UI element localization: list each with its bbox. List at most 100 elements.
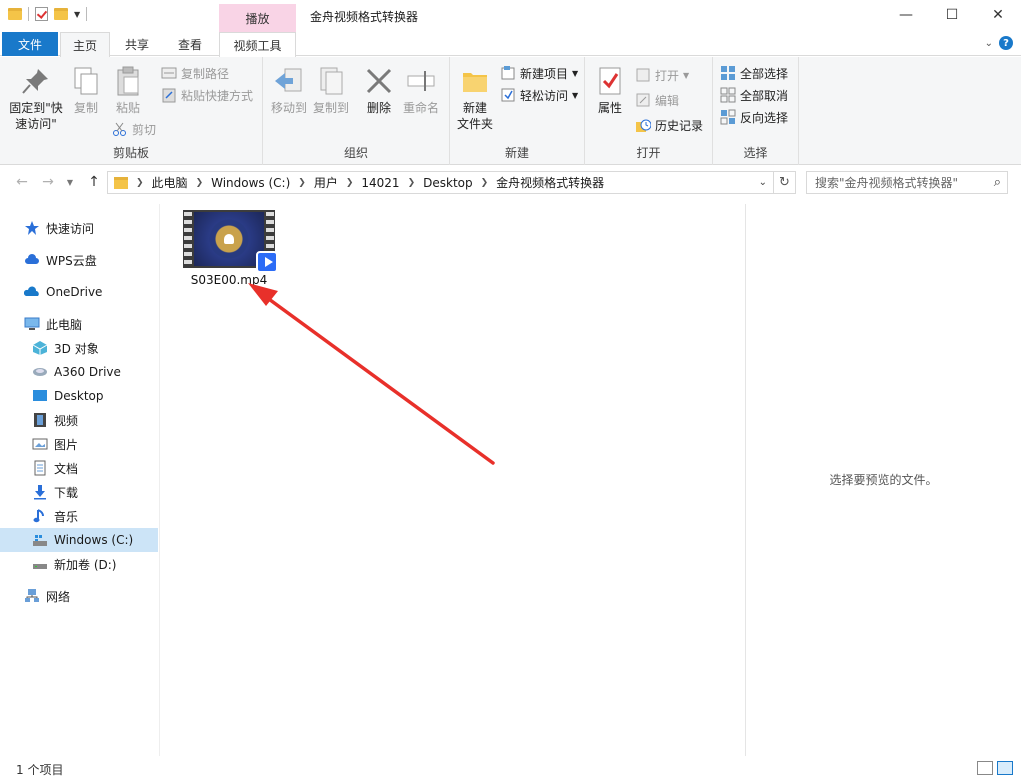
copy-label: 复制 <box>73 101 98 115</box>
nav-item-documents[interactable]: 文档 <box>0 456 158 480</box>
address-bar[interactable]: ❯ 此电脑 ❯ Windows (C:) ❯ 用户 ❯ 14021 ❯ Desk… <box>107 171 774 194</box>
search-icon[interactable]: ⌕ <box>994 175 1001 190</box>
new-folder-label: 新建 文件夹 <box>456 101 493 131</box>
play-tools-header: 播放 <box>219 4 296 32</box>
nav-item-a360[interactable]: A360 Drive <box>0 360 158 384</box>
properties-check-icon[interactable] <box>35 7 48 21</box>
folder-icon[interactable] <box>8 8 22 20</box>
nav-item-3d-objects[interactable]: 3D 对象 <box>0 336 158 360</box>
paste-button[interactable]: 粘贴 <box>112 65 144 116</box>
tab-view[interactable]: 查看 <box>165 32 215 56</box>
easy-access-icon <box>500 87 516 103</box>
help-icon[interactable]: ? <box>999 36 1013 50</box>
copy-path-button[interactable]: 复制路径 <box>161 63 229 83</box>
address-dropdown-icon[interactable]: ⌄ <box>759 177 767 188</box>
large-icons-view-icon[interactable] <box>997 761 1013 775</box>
history-label: 历史记录 <box>655 118 704 133</box>
nav-label: 此电脑 <box>46 317 83 332</box>
clipboard-group-label: 剪贴板 <box>112 146 149 160</box>
open-icon <box>635 67 651 83</box>
new-group-label: 新建 <box>504 146 529 160</box>
tab-home[interactable]: 主页 <box>60 32 110 57</box>
nav-item-this-pc[interactable]: 此电脑 <box>0 312 158 336</box>
nav-item-desktop[interactable]: Desktop <box>0 384 158 408</box>
nav-label: Windows (C:) <box>54 533 134 547</box>
breadcrumb-item[interactable]: Windows (C:) <box>211 176 290 190</box>
cut-button[interactable]: 剪切 <box>112 119 156 139</box>
breadcrumb-item[interactable]: 金舟视频格式转换器 <box>496 174 604 191</box>
easy-access-label: 轻松访问 <box>520 88 569 103</box>
search-input[interactable]: 搜索"金舟视频格式转换器" ⌕ <box>806 171 1008 194</box>
invert-selection-button[interactable]: 反向选择 <box>720 107 788 127</box>
picture-icon <box>32 436 48 452</box>
pin-label: 固定到"快 速访问" <box>9 101 63 131</box>
new-item-button[interactable]: 新建项目 ▼ <box>500 63 578 83</box>
new-item-label: 新建项目 <box>520 66 569 81</box>
music-note-icon <box>32 508 48 524</box>
tab-file[interactable]: 文件 <box>2 32 58 56</box>
nav-item-onedrive[interactable]: OneDrive <box>0 280 158 304</box>
video-frame <box>194 212 264 266</box>
back-arrow-icon[interactable]: ← <box>12 172 32 192</box>
copy-to-button[interactable]: 复制到 <box>311 65 351 116</box>
paste-shortcut-label: 粘贴快捷方式 <box>181 88 254 103</box>
nav-item-downloads[interactable]: 下载 <box>0 480 158 504</box>
select-group: 全部选择 全部取消 反向选择 选择 <box>713 57 799 165</box>
paste-shortcut-button[interactable]: 粘贴快捷方式 <box>161 85 253 105</box>
delete-button[interactable]: 删除 <box>363 65 395 116</box>
paste-shortcut-icon <box>161 87 177 103</box>
open-button[interactable]: 打开 ▼ <box>635 65 689 85</box>
breadcrumb-separator-icon: ❯ <box>407 177 416 188</box>
breadcrumb-item[interactable]: 用户 <box>314 174 338 191</box>
new-folder-button[interactable]: 新建 文件夹 <box>454 65 496 132</box>
select-all-button[interactable]: 全部选择 <box>720 63 788 83</box>
nav-item-drive-c[interactable]: Windows (C:) <box>0 528 158 552</box>
cube-3d-icon <box>32 340 48 356</box>
select-all-label: 全部选择 <box>740 66 789 81</box>
nav-item-wps[interactable]: WPS云盘 <box>0 248 158 272</box>
refresh-icon[interactable]: ↻ <box>774 171 796 194</box>
new-folder-icon[interactable] <box>54 8 68 20</box>
copy-button[interactable]: 复制 <box>70 65 102 116</box>
film-icon <box>32 412 48 428</box>
item-count: 1 个项目 <box>16 763 64 777</box>
easy-access-button[interactable]: 轻松访问 ▼ <box>500 85 578 105</box>
network-drive-icon <box>32 364 48 380</box>
select-none-button[interactable]: 全部取消 <box>720 85 788 105</box>
forward-arrow-icon[interactable]: → <box>38 172 58 192</box>
onedrive-cloud-icon <box>23 284 40 300</box>
nav-label: 3D 对象 <box>54 341 99 356</box>
pin-quick-access-button[interactable]: 固定到"快 速访问" <box>6 65 66 132</box>
document-icon <box>32 460 48 476</box>
nav-item-network[interactable]: 网络 <box>0 584 158 608</box>
maximize-button[interactable]: ☐ <box>929 0 975 30</box>
breadcrumb-item[interactable]: 14021 <box>361 176 399 190</box>
divider <box>86 7 88 21</box>
properties-button[interactable]: 属性 <box>593 65 627 116</box>
breadcrumb-item[interactable]: Desktop <box>423 176 473 190</box>
details-view-icon[interactable] <box>977 761 993 775</box>
history-button[interactable]: 历史记录 <box>635 115 703 135</box>
nav-item-videos[interactable]: 视频 <box>0 408 158 432</box>
new-folder-icon <box>459 65 491 97</box>
rename-button[interactable]: 重命名 <box>401 65 441 116</box>
chevron-down-icon[interactable]: ▼ <box>74 10 80 19</box>
nav-item-drive-d[interactable]: 新加卷 (D:) <box>0 552 158 576</box>
recent-chevron-icon[interactable]: ▼ <box>60 172 80 192</box>
nav-item-music[interactable]: 音乐 <box>0 504 158 528</box>
move-to-button[interactable]: 移动到 <box>269 65 309 116</box>
nav-item-pictures[interactable]: 图片 <box>0 432 158 456</box>
paste-label: 粘贴 <box>115 101 140 115</box>
edit-button[interactable]: 编辑 <box>635 90 679 110</box>
nav-item-quick-access[interactable]: 快速访问 <box>0 216 158 240</box>
expand-ribbon-icon[interactable]: ⌄ <box>985 38 993 49</box>
minimize-button[interactable]: — <box>883 0 929 30</box>
tab-share[interactable]: 共享 <box>112 32 162 56</box>
nav-label: A360 Drive <box>54 365 121 379</box>
breadcrumb-item[interactable]: 此电脑 <box>152 174 188 191</box>
select-group-label: 选择 <box>743 146 768 160</box>
file-item[interactable]: S03E00.mp4 <box>181 210 278 287</box>
close-button[interactable]: ✕ <box>975 0 1021 30</box>
tab-video-tools[interactable]: 视频工具 <box>219 32 296 57</box>
up-arrow-icon[interactable]: ↑ <box>84 172 104 192</box>
